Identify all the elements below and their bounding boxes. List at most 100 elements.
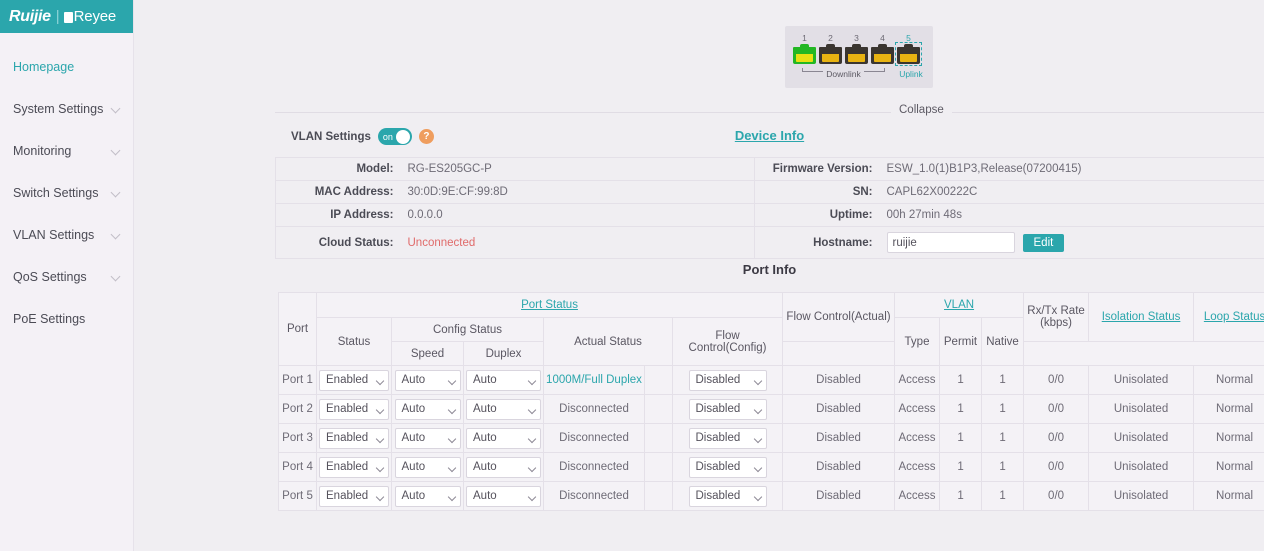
device-info-label: Uptime: [755,204,880,227]
flow-control-config-select[interactable]: Disabled [689,428,767,449]
chevron-down-icon [447,492,455,500]
sidebar-item-poe-settings[interactable]: PoE Settings [0,298,133,340]
table-row: Port 2EnabledAutoAutoDisconnectedDisable… [279,395,1264,424]
sidebar-item-system-settings[interactable]: System Settings [0,88,133,130]
chevron-down-icon [111,272,122,283]
duplex-select-value: Auto [473,403,497,415]
flow-control-config-select[interactable]: Disabled [689,486,767,507]
duplex-select[interactable]: Auto [466,399,541,420]
flow-control-config-select[interactable]: Disabled [689,399,767,420]
loop-status-cell: Normal [1194,453,1264,482]
native-cell: 1 [982,453,1024,482]
flow-control-config-select-cell: Disabled [673,424,783,453]
flow-control-actual-cell: Disabled [783,395,895,424]
flow-control-config-select-cell: Disabled [673,395,783,424]
status-select[interactable]: Enabled [319,457,389,478]
speed-select-value: Auto [402,461,426,473]
duplex-select-cell: Auto [464,395,544,424]
th-type: Type [895,318,940,366]
device-port-panel: 12345 Downlink Uplink [785,26,933,88]
hostname-input[interactable] [887,232,1015,253]
flow-control-actual-cell: Disabled [783,366,895,395]
rx-tx-rate-cell: 0/0 [1024,366,1089,395]
duplex-select-cell: Auto [464,366,544,395]
native-cell: 1 [982,424,1024,453]
status-select[interactable]: Enabled [319,486,389,507]
status-select-cell: Enabled [317,482,392,511]
vlan-link[interactable]: VLAN [944,299,974,311]
th-native: Native [982,318,1024,366]
device-info-row: Cloud Status:UnconnectedHostname:Edit [276,227,1264,259]
speed-select[interactable]: Auto [395,457,461,478]
spacer-cell [645,366,673,395]
status-select[interactable]: Enabled [319,428,389,449]
rj45-port-icon [793,44,816,64]
chevron-down-icon [528,434,536,442]
brand-name-ruijie: Ruijie [9,8,51,26]
loop-status-cell: Normal [1194,424,1264,453]
status-select[interactable]: Enabled [319,399,389,420]
collapse-button[interactable]: Collapse [891,104,952,116]
native-cell: 1 [982,395,1024,424]
spacer-cell [645,482,673,511]
panel-port-3[interactable]: 3 [845,34,868,64]
main-content: 12345 Downlink Uplink Collapse VLAN Sett… [134,0,1264,551]
sidebar-item-monitoring[interactable]: Monitoring [0,130,133,172]
sidebar-item-vlan-settings[interactable]: VLAN Settings [0,214,133,256]
edit-hostname-button[interactable]: Edit [1023,234,1065,252]
isolation-status-link[interactable]: Isolation Status [1102,311,1181,323]
device-info-value: 00h 27min 48s [880,204,1264,227]
chevron-down-icon [528,405,536,413]
port-status-link[interactable]: Port Status [521,299,578,311]
sidebar-item-qos-settings[interactable]: QoS Settings [0,256,133,298]
th-status: Status [317,318,392,366]
device-info-label: Firmware Version: [755,158,880,181]
speed-select[interactable]: Auto [395,428,461,449]
status-select[interactable]: Enabled [319,370,389,391]
flow-control-config-select[interactable]: Disabled [689,457,767,478]
panel-port-number: 4 [871,34,894,43]
isolation-status-cell: Unisolated [1089,482,1194,511]
sidebar-item-switch-settings[interactable]: Switch Settings [0,172,133,214]
panel-port-number: 3 [845,34,868,43]
speed-select[interactable]: Auto [395,399,461,420]
panel-port-1[interactable]: 1 [793,34,816,64]
speed-select[interactable]: Auto [395,370,461,391]
duplex-select[interactable]: Auto [466,486,541,507]
speed-select-cell: Auto [392,453,464,482]
table-row: Port 1EnabledAutoAuto1000M/Full DuplexDi… [279,366,1264,395]
chevron-down-icon [376,463,384,471]
panel-port-5[interactable]: 5 [897,34,920,64]
status-select-value: Enabled [326,490,368,502]
device-info-label: IP Address: [276,204,401,227]
th-speed: Speed [392,342,464,366]
device-info-title[interactable]: Device Info [275,128,1264,143]
device-info-value: Unconnected [401,227,755,259]
chevron-down-icon [376,376,384,384]
isolation-status-cell: Unisolated [1089,424,1194,453]
sidebar-item-homepage[interactable]: Homepage [0,46,133,88]
speed-select[interactable]: Auto [395,486,461,507]
duplex-select[interactable]: Auto [466,428,541,449]
th-isolation-status: Isolation Status [1089,293,1194,342]
spacer-cell [645,395,673,424]
device-info-label: SN: [755,181,880,204]
type-cell: Access [895,366,940,395]
panel-port-4[interactable]: 4 [871,34,894,64]
panel-link-labels: Downlink Uplink [793,68,925,84]
chevron-down-icon [111,230,122,241]
sidebar-item-label: Switch Settings [13,186,111,200]
spacer-cell [645,424,673,453]
th-loop-status: Loop Status [1194,293,1264,342]
device-info-value: CAPL62X00222C [880,181,1264,204]
loop-status-link[interactable]: Loop Status [1204,311,1264,323]
rj45-port-icon [845,44,868,64]
flow-control-config-select[interactable]: Disabled [689,370,767,391]
loop-status-cell: Normal [1194,366,1264,395]
duplex-select[interactable]: Auto [466,370,541,391]
panel-port-2[interactable]: 2 [819,34,842,64]
brand-logo[interactable]: Ruijie | Reyee [0,0,133,33]
duplex-select[interactable]: Auto [466,457,541,478]
speed-select-cell: Auto [392,482,464,511]
device-info-row: MAC Address:30:0D:9E:CF:99:8DSN:CAPL62X0… [276,181,1264,204]
